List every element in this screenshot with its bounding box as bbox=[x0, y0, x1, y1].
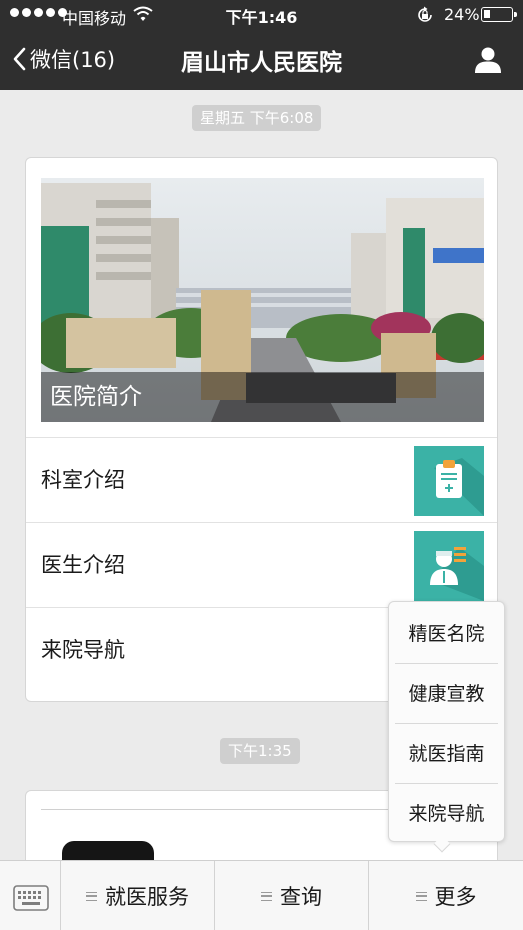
keyboard-toggle-button[interactable] bbox=[0, 861, 61, 930]
battery-level bbox=[484, 10, 490, 18]
menu-button-query[interactable]: 查询 bbox=[215, 861, 369, 930]
menu-button-label: 更多 bbox=[434, 885, 477, 909]
menu-button-label: 查询 bbox=[280, 885, 322, 909]
cover-caption: 医院简介 bbox=[41, 372, 484, 422]
battery-icon bbox=[481, 7, 517, 22]
bottom-menu-bar: 就医服务 查询 更多 bbox=[0, 860, 523, 930]
submenu-item[interactable]: 就医指南 bbox=[395, 724, 498, 784]
menu-icon bbox=[86, 891, 97, 901]
menu-icon bbox=[261, 891, 272, 901]
article-item-label: 科室介绍 bbox=[41, 468, 125, 492]
article-item-label: 医生介绍 bbox=[41, 553, 125, 577]
article-item-label: 来院导航 bbox=[41, 638, 125, 662]
submenu-item[interactable]: 来院导航 bbox=[395, 784, 498, 844]
clipboard-icon bbox=[414, 446, 484, 516]
submenu-item[interactable]: 健康宣教 bbox=[395, 664, 498, 724]
more-submenu: 精医名院 健康宣教 就医指南 来院导航 bbox=[388, 601, 505, 842]
nav-bar: 微信(16) 眉山市人民医院 bbox=[0, 30, 523, 90]
article-cover[interactable]: 医院简介 bbox=[41, 178, 484, 422]
submenu-item[interactable]: 精医名院 bbox=[395, 604, 498, 664]
menu-button-medical-service[interactable]: 就医服务 bbox=[61, 861, 215, 930]
menu-button-more[interactable]: 更多 bbox=[369, 861, 523, 930]
status-bar: 中国移动 下午1:46 24% bbox=[0, 0, 523, 30]
doctor-icon bbox=[414, 531, 484, 601]
top-bar: 中国移动 下午1:46 24% 微信(16) 眉山市人民医院 bbox=[0, 0, 523, 90]
battery-percentage: 24% bbox=[444, 5, 480, 24]
message-timestamp: 下午1:35 bbox=[220, 738, 300, 764]
message-timestamp: 星期五 下午6:08 bbox=[192, 105, 322, 131]
rotation-lock-icon bbox=[418, 6, 432, 22]
menu-icon bbox=[415, 891, 427, 901]
menu-button-label: 就医服务 bbox=[105, 885, 189, 909]
article-item-departments[interactable]: 科室介绍 bbox=[26, 437, 497, 522]
page-title: 眉山市人民医院 bbox=[181, 50, 342, 76]
profile-icon[interactable] bbox=[472, 44, 504, 76]
keyboard-icon bbox=[13, 885, 49, 911]
article-item-doctors[interactable]: 医生介绍 bbox=[26, 522, 497, 607]
